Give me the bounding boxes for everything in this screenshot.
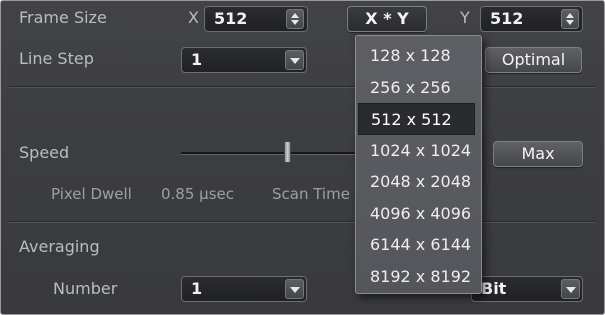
averaging-number-value: 1 [191,279,203,298]
frame-size-y-spinbox[interactable]: 512 [480,6,583,32]
averaging-number-label: Number [53,279,118,298]
frame-size-option[interactable]: 8192 x 8192 [358,261,475,293]
chevron-down-icon[interactable] [285,279,304,299]
frame-size-x-value: 512 [214,9,248,28]
frame-size-option[interactable]: 256 x 256 [358,72,475,104]
bit-depth-value: Bit [481,279,507,298]
frame-size-mode-button[interactable]: X * Y [347,6,427,32]
frame-size-option[interactable]: 4096 x 4096 [358,198,475,230]
frame-size-option[interactable]: 128 x 128 [358,40,475,72]
speed-slider-thumb[interactable] [284,141,291,163]
max-speed-button[interactable]: Max [493,141,583,167]
section-divider [9,221,595,222]
frame-size-y-label: Y [460,8,470,27]
speed-label: Speed [19,143,70,162]
line-step-combobox[interactable]: 1 [181,47,307,73]
pixel-dwell-label: Pixel Dwell [51,185,132,203]
averaging-label: Averaging [19,237,100,256]
line-step-label: Line Step [19,49,94,68]
line-step-value: 1 [191,50,203,69]
scan-time-label: Scan Time [272,185,350,203]
optimal-button[interactable]: Optimal [485,47,582,73]
section-divider [9,86,595,87]
frame-size-x-label: X [188,8,199,27]
bit-depth-combobox[interactable]: Bit [471,276,583,302]
pixel-dwell-value: 0.85 µsec [161,185,235,203]
frame-size-option[interactable]: 1024 x 1024 [358,135,475,167]
frame-size-x-spinbox[interactable]: 512 [204,6,308,32]
speed-slider-track[interactable] [181,152,359,154]
frame-size-y-value: 512 [490,9,524,28]
chevron-down-icon[interactable] [561,279,580,299]
scan-settings-panel: Frame Size X 512 X * Y Y 512 Line Step 1… [0,0,605,315]
frame-size-option-selected[interactable]: 512 x 512 [358,103,475,135]
frame-size-option[interactable]: 6144 x 6144 [358,229,475,261]
spin-up-down-icon[interactable] [561,9,579,29]
frame-size-option[interactable]: 2048 x 2048 [358,166,475,198]
spin-up-down-icon[interactable] [286,9,304,29]
averaging-number-combobox[interactable]: 1 [181,276,307,302]
frame-size-label: Frame Size [19,8,107,27]
frame-size-dropdown-list: 128 x 128 256 x 256 512 x 512 1024 x 102… [355,35,482,294]
chevron-down-icon[interactable] [285,50,304,70]
